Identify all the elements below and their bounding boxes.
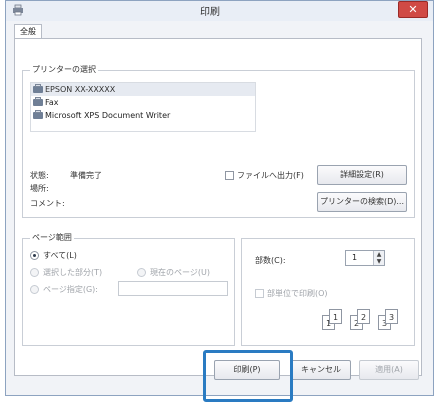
print-button-highlight: [203, 350, 293, 402]
tab-general[interactable]: 全般: [14, 24, 42, 39]
printer-select-title: プリンターの選択: [30, 64, 98, 75]
window-title: 印刷: [200, 7, 220, 18]
selection-radio[interactable]: [30, 268, 39, 277]
page-numbers-label: ページ指定(G):: [43, 285, 98, 294]
copies-stepper[interactable]: 1 ▲ ▼: [345, 250, 385, 266]
cancel-button[interactable]: キャンセル: [291, 360, 351, 380]
collate-label: 部単位で印刷(O): [267, 289, 328, 298]
page-numbers-radio[interactable]: [30, 285, 39, 294]
preferences-button[interactable]: 詳細設定(R): [317, 165, 407, 185]
page-range-title: ページ範囲: [30, 232, 74, 243]
copies-label: 部数(C):: [255, 256, 286, 265]
close-icon: ✕: [408, 3, 418, 16]
printer-item-epson[interactable]: EPSON XX-XXXXX: [31, 83, 255, 96]
collate-page-1b: 1: [329, 309, 342, 324]
current-page-radio[interactable]: [137, 268, 146, 277]
collate-page-3b: 3: [385, 309, 398, 324]
status-label: 状態:: [30, 171, 49, 180]
apply-button[interactable]: 適用(A): [359, 360, 419, 380]
all-pages-label: すべて(L): [43, 251, 77, 260]
spin-arrows-icon[interactable]: ▲ ▼: [373, 251, 384, 265]
printer-item-fax[interactable]: Fax: [31, 96, 255, 109]
printer-list[interactable]: EPSON XX-XXXXX Fax Microsoft XPS Documen…: [30, 82, 256, 132]
print-to-file-label: ファイルへ出力(F): [237, 171, 304, 180]
comment-label: コメント:: [30, 199, 65, 208]
copies-value: 1: [352, 253, 358, 262]
collate-page-2b: 2: [357, 309, 370, 324]
find-printer-button[interactable]: プリンターの検索(D)...: [317, 192, 407, 212]
page-numbers-input[interactable]: [118, 281, 228, 296]
location-label: 場所:: [30, 184, 49, 193]
close-button[interactable]: ✕: [398, 1, 428, 18]
collate-checkbox[interactable]: [255, 289, 264, 298]
printer-app-icon: [12, 4, 24, 16]
status-value: 準備完了: [70, 171, 102, 180]
all-pages-radio[interactable]: [30, 251, 39, 260]
printer-icon: [33, 110, 43, 119]
print-to-file-checkbox[interactable]: [225, 171, 234, 180]
fax-icon: [33, 97, 43, 106]
current-page-label: 現在のページ(U): [150, 268, 210, 277]
selection-label: 選択した部分(T): [43, 268, 103, 277]
printer-item-xps[interactable]: Microsoft XPS Document Writer: [31, 109, 255, 122]
printer-icon: [33, 84, 43, 93]
